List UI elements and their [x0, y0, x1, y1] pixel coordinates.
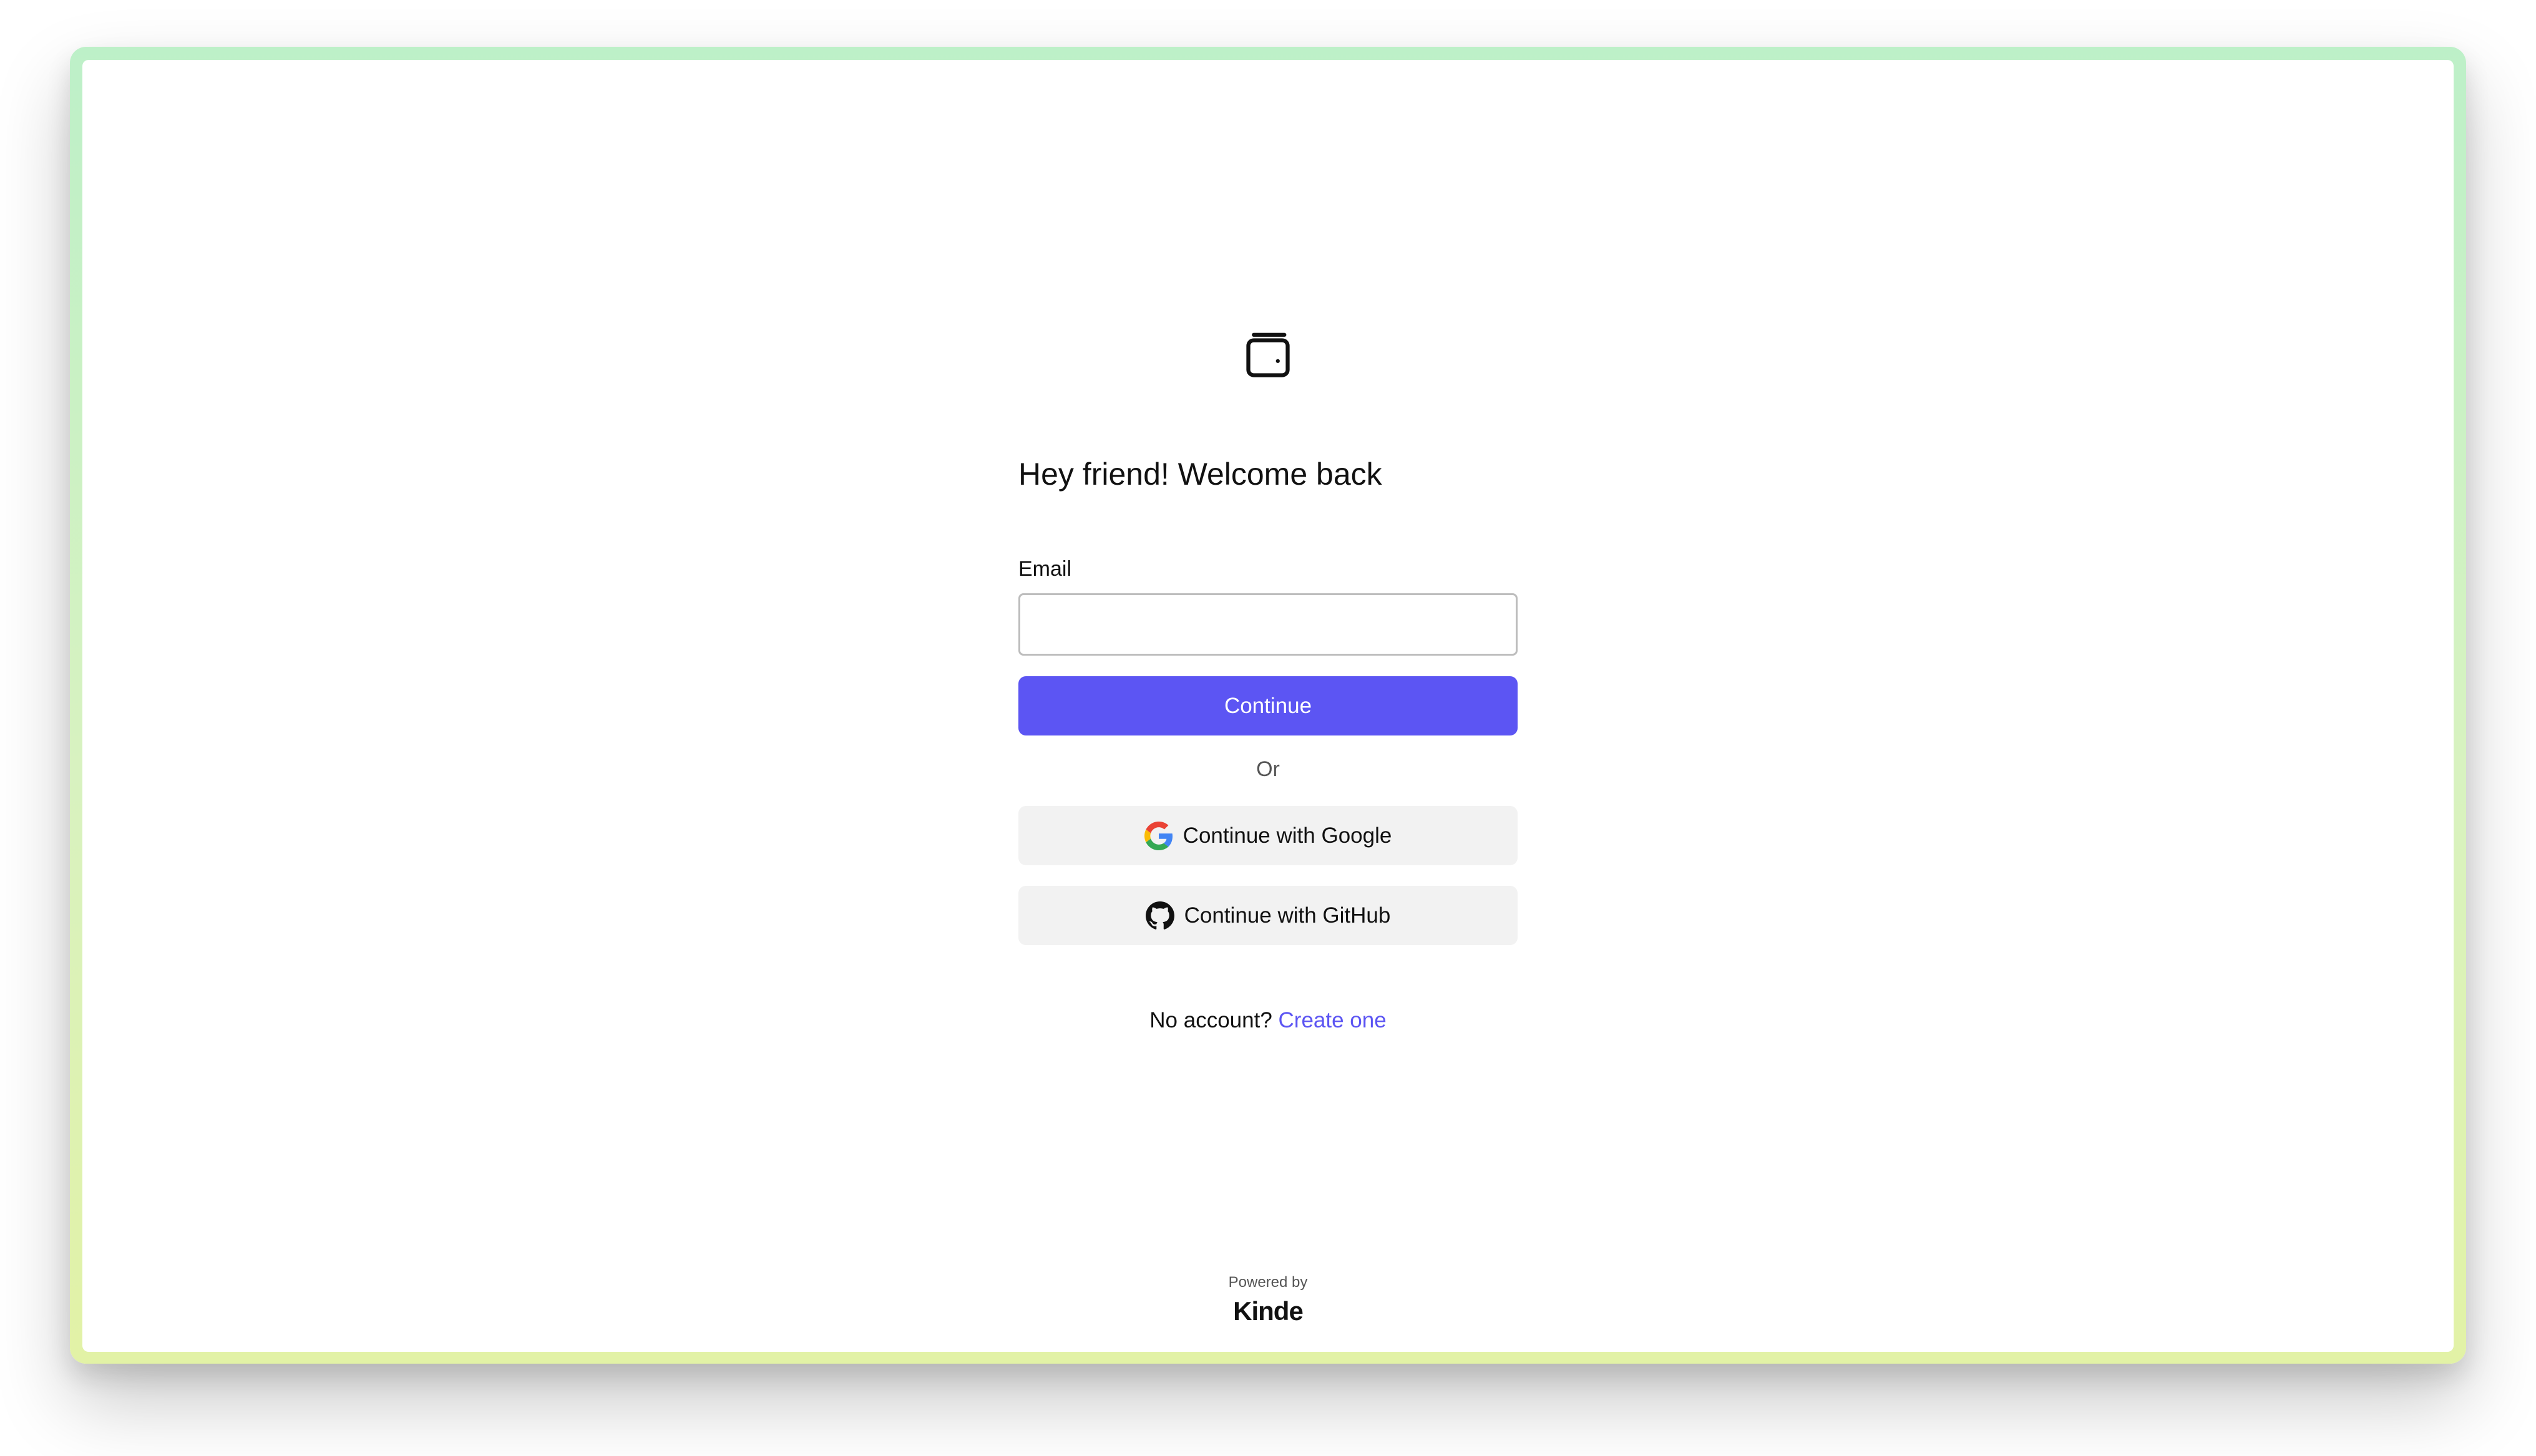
page-title: Hey friend! Welcome back	[1018, 457, 1382, 492]
google-button-label: Continue with Google	[1183, 823, 1392, 848]
kinde-logo[interactable]: Kinde	[1143, 1295, 1393, 1327]
google-icon	[1144, 821, 1173, 850]
github-button-label: Continue with GitHub	[1184, 903, 1391, 928]
email-label: Email	[1018, 557, 1072, 581]
wallet-icon	[1242, 329, 1294, 382]
powered-by-text: Powered by	[1228, 1274, 1308, 1291]
continue-with-google-button[interactable]: Continue with Google	[1018, 806, 1518, 865]
github-icon	[1145, 901, 1174, 930]
email-field[interactable]	[1018, 593, 1518, 656]
continue-button[interactable]: Continue	[1018, 676, 1518, 735]
continue-with-github-button[interactable]: Continue with GitHub	[1018, 886, 1518, 945]
signup-prompt: No account? Create one	[1018, 1006, 1518, 1035]
create-account-link[interactable]: Create one	[1279, 1008, 1387, 1032]
or-divider: Or	[1256, 757, 1280, 781]
no-account-text: No account?	[1149, 1008, 1279, 1032]
